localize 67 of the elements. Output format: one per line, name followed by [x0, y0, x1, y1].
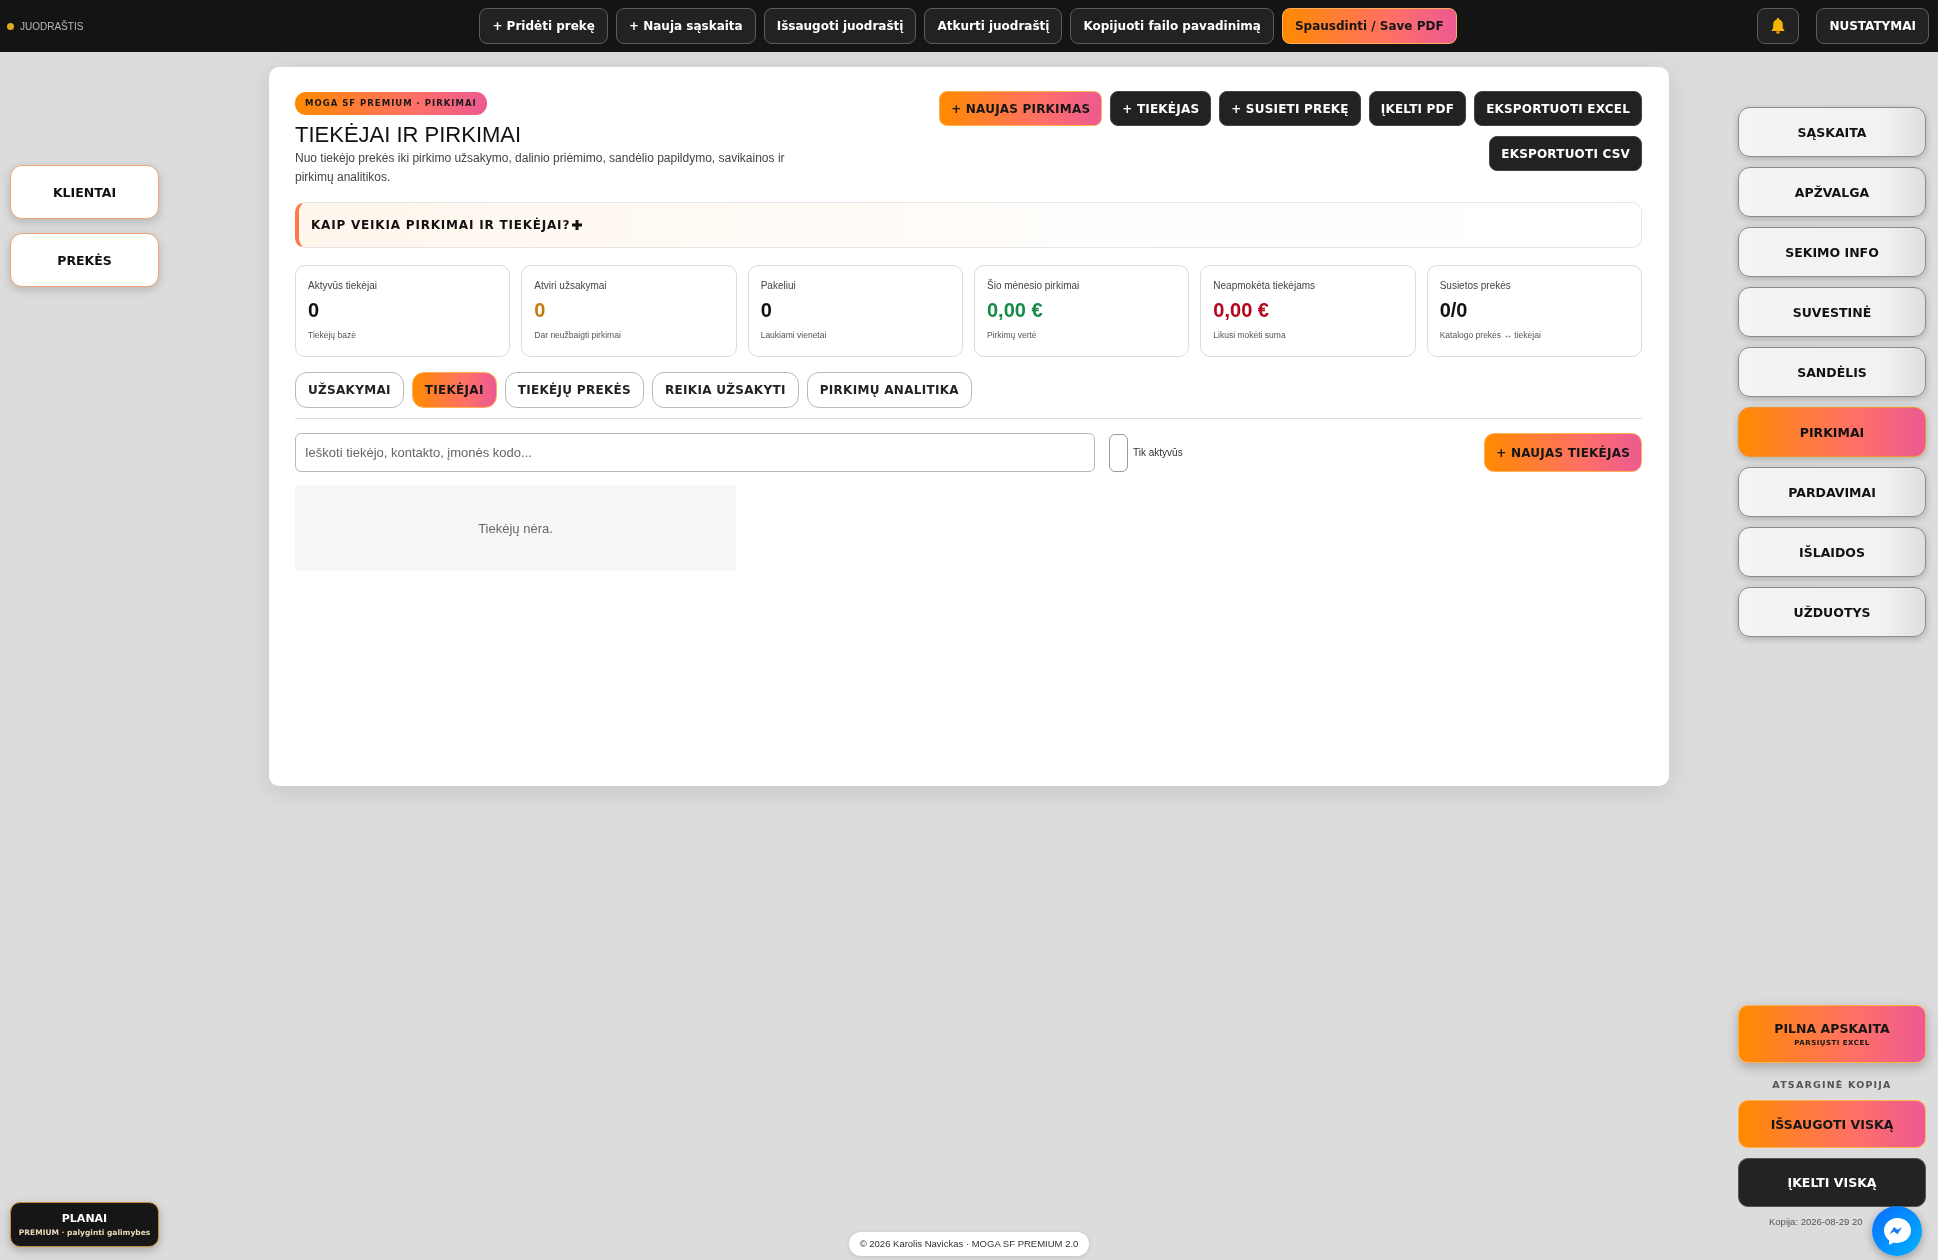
page-description: Nuo tiekėjo prekės iki pirkimo užsakymo, dalinio priėmimo, sandėlio papildymo, savikainos ir pirkimų analitikos. [295, 150, 786, 186]
stat-label: Aktyvūs tiekėjai [308, 280, 377, 292]
stat-label: Šio mėnesio pirkimai [987, 280, 1080, 292]
stat-label: Susietos prekės [1439, 280, 1511, 292]
toolbar-button[interactable]: Spausdinti / Save PDF [1281, 8, 1457, 44]
toolbar-button[interactable]: Išsaugoti juodraštį [763, 8, 917, 44]
stat-value: 0 [534, 299, 546, 322]
tab[interactable]: UŽSAKYMAI [295, 372, 404, 408]
action-button[interactable]: + TIEKĖJAS [1110, 91, 1212, 126]
add-supplier-button[interactable]: + NAUJAS TIEKĖJAS [1484, 433, 1642, 472]
backup-date: Kopija: 2026-08-29 20 [1769, 1216, 1863, 1228]
save-all-button[interactable]: IŠSAUGOTI VISKĄ [1738, 1100, 1926, 1148]
stat-note: Tiekėjų bazė [308, 330, 356, 341]
tab[interactable]: TIEKĖJAI [411, 372, 497, 408]
stat-note: Pirkimų vertė [987, 330, 1037, 341]
plan-badge: MOGA SF PREMIUM · PIRKIMAI [295, 92, 487, 115]
stat-value: 0,00 € [987, 299, 1043, 322]
stat-value: 0,00 € [1213, 299, 1269, 322]
stat-value: 0/0 [1439, 299, 1468, 322]
nav-button[interactable]: PREKĖS [10, 233, 159, 287]
toolbar-button[interactable]: + Pridėti prekę [479, 8, 608, 44]
toolbar-button[interactable]: Atkurti juodraštį [924, 8, 1063, 44]
toolbar-button[interactable]: + Nauja sąskaita [615, 8, 756, 44]
nav-button[interactable]: SEKIMO INFO [1738, 227, 1926, 277]
stat-value: 0 [308, 299, 320, 322]
action-button[interactable]: + NAUJAS PIRKIMAS [939, 91, 1103, 126]
nav-button[interactable]: SĄSKAITA [1738, 107, 1926, 157]
chat-bubble-icon [1883, 1217, 1911, 1245]
bell-icon [1771, 18, 1786, 34]
search-field[interactable]: Ieškoti tiekėjo, kontakto, įmonės kodo... [295, 433, 1095, 472]
stat-label: Atviri užsakymai [534, 280, 607, 292]
page-title: TIEKĖJAI IR PIRKIMAI [295, 122, 522, 148]
action-button[interactable]: EKSPORTUOTI CSV [1489, 136, 1642, 171]
accordion-header[interactable]: KAIP VEIKIA PIRKIMAI IR TIEKĖJAI? [295, 202, 1642, 248]
notifications-button[interactable] [1757, 8, 1800, 44]
tab[interactable]: PIRKIMŲ ANALITIKA [806, 372, 972, 408]
tab[interactable]: REIKIA UŽSAKYTI [652, 372, 799, 408]
chat-button[interactable] [1872, 1206, 1922, 1256]
stat-note: Likusi mokėti suma [1213, 330, 1286, 341]
nav-button[interactable]: SANDĖLIS [1738, 347, 1926, 397]
status-dot-icon [7, 22, 14, 30]
checkbox[interactable] [1109, 433, 1128, 472]
nav-button[interactable]: APŽVALGA [1738, 167, 1926, 217]
upload-all-button[interactable]: ĮKELTI VISKĄ [1738, 1158, 1926, 1207]
action-button[interactable]: + SUSIETI PREKĘ [1219, 91, 1361, 126]
section-heading: ATSARGINĖ KOPIJA [1772, 1079, 1892, 1091]
nav-button[interactable]: PARDAVIMAI [1738, 467, 1926, 517]
checkbox-label: Tik aktyvūs [1133, 447, 1183, 458]
stat-note: Dar neužbaigti pirkimai [534, 330, 621, 341]
action-button[interactable]: EKSPORTUOTI EXCEL [1474, 91, 1642, 126]
status-label: JUODRAŠTIS [20, 20, 84, 32]
stat-label: Neapmokėta tiekėjams [1213, 280, 1316, 292]
stat-note: Laukiami vienetai [760, 330, 827, 341]
nav-button[interactable]: PIRKIMAI [1738, 407, 1926, 457]
settings-button[interactable]: NUSTATYMAI [1816, 8, 1929, 44]
nav-button[interactable]: KLIENTAI [10, 165, 159, 219]
nav-button[interactable]: UŽDUOTYS [1738, 587, 1926, 637]
tab[interactable]: TIEKĖJŲ PREKĖS [504, 372, 645, 408]
stat-value: 0 [760, 299, 772, 322]
empty-state-message: Tiekėjų nėra. [295, 485, 736, 571]
toolbar-button[interactable]: Kopijuoti failo pavadinimą [1070, 8, 1274, 44]
nav-button[interactable]: IŠLAIDOS [1738, 527, 1926, 577]
stat-note: Katalogo prekės ↔ tiekėjai [1439, 330, 1541, 341]
footer-text: © 2026 Karolis Navickas · MOGA SF PREMIUM 2.0 [848, 1232, 1090, 1256]
nav-button[interactable]: SUVESTINĖ [1738, 287, 1926, 337]
action-button[interactable]: ĮKELTI PDF [1368, 91, 1467, 126]
stat-label: Pakeliui [760, 280, 796, 292]
